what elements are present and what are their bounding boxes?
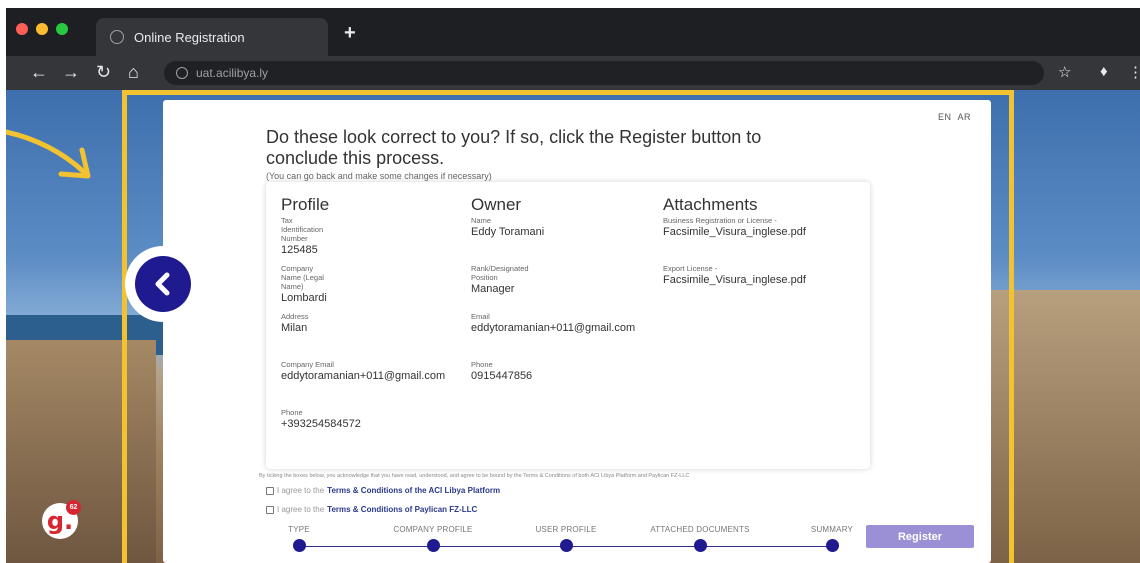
terms-paylican-checkbox[interactable] bbox=[266, 505, 274, 514]
maximize-window-button[interactable] bbox=[56, 23, 68, 35]
step-type-label: TYPE bbox=[288, 525, 310, 534]
owner-column: Owner Name Eddy Toramani Rank/Designated… bbox=[471, 195, 635, 383]
owner-rank-label: Rank/Designated Position bbox=[471, 264, 529, 282]
owner-phone-label: Phone bbox=[471, 360, 493, 369]
terms-paylican-row: I agree to the Terms & Conditions of Pay… bbox=[266, 505, 477, 514]
step-user-profile-label: USER PROFILE bbox=[535, 525, 597, 534]
step-company-profile-label: COMPANY PROFILE bbox=[393, 525, 473, 534]
minimize-window-button[interactable] bbox=[36, 23, 48, 35]
back-button[interactable] bbox=[125, 246, 201, 322]
page-viewport: EN AR Do these look correct to you? If s… bbox=[6, 90, 1140, 563]
back-arrow-icon[interactable]: ← bbox=[30, 62, 48, 82]
tab-title: Online Registration bbox=[134, 29, 245, 45]
home-icon[interactable]: ⌂ bbox=[128, 62, 139, 82]
summary-card: EN AR Do these look correct to you? If s… bbox=[163, 100, 991, 563]
globe-icon bbox=[110, 30, 124, 44]
owner-email-label: Email bbox=[471, 312, 490, 321]
business-license-file[interactable]: Facsimile_Visura_inglese.pdf bbox=[663, 225, 806, 239]
owner-rank-value: Manager bbox=[471, 283, 515, 295]
tab-bar: Online Registration + bbox=[6, 8, 1140, 56]
step-company-profile[interactable]: COMPANY PROFILE bbox=[373, 525, 493, 552]
owner-title: Owner bbox=[471, 195, 522, 214]
reload-icon[interactable]: ↻ bbox=[96, 62, 111, 82]
register-button[interactable]: Register bbox=[866, 525, 974, 548]
terms-aci-checkbox[interactable] bbox=[266, 486, 274, 495]
notification-badge: 62 bbox=[66, 500, 81, 515]
page-title: Do these look correct to you? If so, cli… bbox=[266, 127, 762, 168]
owner-rank-field: Rank/Designated Position Manager bbox=[471, 264, 529, 296]
business-license-label: Business Registration or License - bbox=[663, 216, 777, 225]
terms-paylican-prefix: I agree to the bbox=[277, 505, 325, 514]
business-license-field: Business Registration or License - Facsi… bbox=[663, 216, 806, 239]
profile-title: Profile bbox=[281, 195, 330, 214]
language-switcher: EN AR bbox=[935, 112, 971, 122]
close-window-button[interactable] bbox=[16, 23, 28, 35]
step-attached-documents-label: ATTACHED DOCUMENTS bbox=[650, 525, 750, 534]
address-field: Address Milan bbox=[281, 312, 309, 335]
tin-field: Tax Identification Number 125485 bbox=[281, 216, 329, 257]
terms-aci-prefix: I agree to the bbox=[277, 486, 325, 495]
company-phone-label: Phone bbox=[281, 408, 303, 417]
globe-icon bbox=[176, 67, 188, 79]
owner-name-label: Name bbox=[471, 216, 492, 225]
new-tab-button[interactable]: + bbox=[344, 22, 356, 45]
forward-arrow-icon[interactable]: → bbox=[62, 62, 80, 82]
company-phone-value: +393254584572 bbox=[281, 418, 361, 430]
owner-email-value: eddytoramanian+011@gmail.com bbox=[471, 322, 636, 334]
tin-label: Tax Identification Number bbox=[281, 216, 324, 243]
lang-ar[interactable]: AR bbox=[957, 112, 971, 122]
step-summary-dot bbox=[825, 539, 839, 552]
export-license-label: Export License - bbox=[663, 264, 718, 273]
summary-panel: Profile Tax Identification Number 125485… bbox=[266, 182, 870, 469]
step-attached-documents-dot bbox=[693, 539, 707, 552]
company-email-field: Company Email eddytoramanian+011@gmail.c… bbox=[281, 360, 445, 383]
annotation-arrow-icon bbox=[6, 129, 91, 179]
owner-phone-field: Phone 0915447856 bbox=[471, 360, 532, 383]
terms-aci-row: I agree to the Terms & Conditions of the… bbox=[266, 486, 500, 495]
company-name-value: Lombardi bbox=[281, 292, 327, 304]
star-icon[interactable]: ☆ bbox=[1058, 63, 1071, 81]
browser-window: Online Registration + ← → ↻ ⌂ uat.acilib… bbox=[6, 8, 1140, 563]
puzzle-icon[interactable]: ♦ bbox=[1100, 63, 1108, 80]
company-email-label: Company Email bbox=[281, 360, 334, 369]
attachments-title: Attachments bbox=[663, 195, 758, 214]
url-text: uat.acilibya.ly bbox=[196, 66, 269, 80]
company-name-field: Company Name (Legal Name) Lombardi bbox=[281, 264, 329, 305]
owner-email-field: Email eddytoramanian+011@gmail.com bbox=[471, 312, 635, 335]
tab-online-registration[interactable]: Online Registration bbox=[96, 18, 328, 56]
terms-paylican-link[interactable]: Terms & Conditions of Paylican FZ-LLC bbox=[327, 505, 477, 514]
page-subtitle: (You can go back and make some changes i… bbox=[266, 171, 492, 181]
step-type[interactable]: TYPE bbox=[239, 525, 359, 552]
owner-name-value: Eddy Toramani bbox=[471, 226, 545, 238]
chevron-left-icon bbox=[135, 256, 191, 312]
address-value: Milan bbox=[281, 322, 308, 334]
export-license-field: Export License - Facsimile_Visura_ingles… bbox=[663, 264, 806, 287]
company-email-value: eddytoramanian+011@gmail.com bbox=[281, 370, 446, 382]
address-label: Address bbox=[281, 312, 309, 321]
company-name-label: Company Name (Legal Name) bbox=[281, 264, 324, 291]
consent-text: By ticking the boxes below, you acknowle… bbox=[259, 473, 690, 479]
company-phone-field: Phone +393254584572 bbox=[281, 408, 361, 431]
lang-en[interactable]: EN bbox=[938, 112, 952, 122]
step-user-profile[interactable]: USER PROFILE bbox=[506, 525, 626, 552]
more-icon[interactable]: ⋮ bbox=[1128, 63, 1140, 81]
export-license-file[interactable]: Facsimile_Visura_inglese.pdf bbox=[663, 273, 806, 287]
step-attached-documents[interactable]: ATTACHED DOCUMENTS bbox=[640, 525, 760, 552]
attachments-column: Attachments Business Registration or Lic… bbox=[663, 195, 806, 287]
profile-column: Profile Tax Identification Number 125485… bbox=[281, 195, 445, 431]
browser-toolbar: ← → ↻ ⌂ uat.acilibya.ly ☆ ♦ ⋮ bbox=[6, 56, 1140, 90]
address-bar[interactable]: uat.acilibya.ly bbox=[164, 61, 1044, 85]
tin-value: 125485 bbox=[281, 244, 318, 256]
step-type-dot bbox=[292, 539, 306, 552]
terms-aci-link[interactable]: Terms & Conditions of the ACI Libya Plat… bbox=[327, 486, 500, 495]
step-user-profile-dot bbox=[559, 539, 573, 552]
owner-phone-value: 0915447856 bbox=[471, 370, 533, 382]
step-company-profile-dot bbox=[426, 539, 440, 552]
owner-name-field: Name Eddy Toramani bbox=[471, 216, 544, 239]
